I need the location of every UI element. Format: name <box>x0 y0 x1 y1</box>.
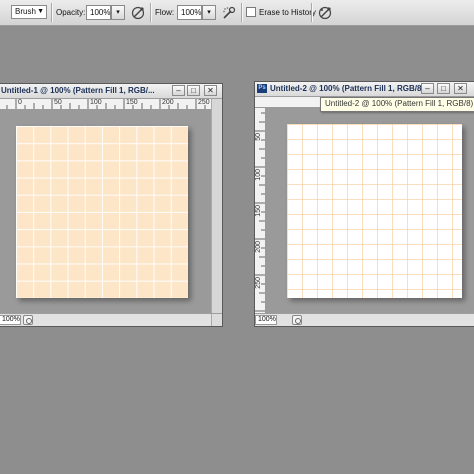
zoom-value: 100% <box>2 316 20 323</box>
mode-select[interactable]: Brush ▼ <box>11 5 47 19</box>
opacity-label: Opacity: <box>56 8 86 17</box>
options-bar: Brush ▼ Opacity: 100% ▾ Flow: 100% ▾ Era… <box>0 0 474 26</box>
ruler-tick-label: 100 <box>90 99 102 106</box>
horizontal-ruler: 0 50 100 150 200 250 <box>0 99 211 110</box>
ruler-tick-label: 250 <box>255 277 262 289</box>
document-window-1: Untitled-1 @ 100% (Pattern Fill 1, RGB/.… <box>0 83 223 327</box>
close-icon: ✕ <box>457 84 464 93</box>
minimize-button[interactable]: – <box>172 85 185 96</box>
opacity-value: 100% <box>90 8 111 17</box>
zoom-value: 100% <box>258 316 276 323</box>
app-icon-label: Ps <box>258 85 266 91</box>
zoom-field[interactable]: 100% <box>0 315 21 325</box>
minimize-icon: – <box>425 84 430 93</box>
flow-label: Flow: <box>155 8 175 17</box>
close-button[interactable]: ✕ <box>204 85 217 96</box>
airbrush-icon[interactable] <box>221 5 237 21</box>
window-title: Untitled-2 @ 100% (Pattern Fill 1, RGB/8 <box>270 84 422 93</box>
mode-value: Brush <box>15 7 36 16</box>
flow-slider-button[interactable]: ▾ <box>202 5 216 20</box>
document-window-2: Ps Untitled-2 @ 100% (Pattern Fill 1, RG… <box>254 81 474 327</box>
close-icon: ✕ <box>207 86 214 95</box>
ruler-tick-label: 50 <box>54 99 62 106</box>
ruler-tick-label: 100 <box>255 169 262 181</box>
resize-grip[interactable] <box>211 314 222 326</box>
maximize-icon: □ <box>441 84 446 93</box>
vertical-scrollbar[interactable] <box>211 99 222 315</box>
flow-value: 100% <box>181 8 202 17</box>
ruler-tick-label: 0 <box>18 99 22 106</box>
status-bar: 100% <box>255 313 474 326</box>
minimize-button[interactable]: – <box>421 83 434 94</box>
canvas-area <box>0 110 211 315</box>
maximize-button[interactable]: □ <box>437 83 450 94</box>
divider <box>150 3 151 22</box>
flow-field[interactable]: 100% <box>177 5 202 20</box>
divider <box>311 3 312 22</box>
ruler-tick-label: 200 <box>162 99 174 106</box>
minimize-icon: – <box>176 86 181 95</box>
erase-to-history-label: Erase to History <box>259 8 316 17</box>
close-button[interactable]: ✕ <box>454 83 467 94</box>
title-bar[interactable]: Ps Untitled-2 @ 100% (Pattern Fill 1, RG… <box>255 82 474 97</box>
vertical-ruler: 50 100 150 200 250 <box>255 108 266 314</box>
chevron-down-icon: ▼ <box>37 8 44 15</box>
document-info-icon[interactable] <box>23 315 33 325</box>
document-canvas-pattern[interactable] <box>16 126 188 298</box>
ruler-tick-label: 150 <box>126 99 138 106</box>
ruler-tick-label: 50 <box>255 133 262 141</box>
divider <box>51 3 52 22</box>
status-bar: 100% <box>0 313 222 326</box>
photoshop-app-icon: Ps <box>257 84 267 93</box>
document-info-icon[interactable] <box>292 315 302 325</box>
maximize-button[interactable]: □ <box>187 85 200 96</box>
window-title-tooltip: Untitled-2 @ 100% (Pattern Fill 1, RGB/8… <box>320 97 474 112</box>
maximize-icon: □ <box>191 86 196 95</box>
opacity-slider-button[interactable]: ▾ <box>111 5 125 20</box>
opacity-field[interactable]: 100% <box>86 5 111 20</box>
zoom-field[interactable]: 100% <box>255 315 277 325</box>
divider <box>241 3 242 22</box>
title-bar[interactable]: Untitled-1 @ 100% (Pattern Fill 1, RGB/.… <box>0 84 222 99</box>
ruler-tick-label: 250 <box>198 99 210 106</box>
ruler-tick-label: 200 <box>255 241 262 253</box>
erase-to-history-checkbox[interactable] <box>246 7 256 17</box>
window-title: Untitled-1 @ 100% (Pattern Fill 1, RGB/.… <box>1 86 155 95</box>
ruler-tick-label: 150 <box>255 205 262 217</box>
pressure-size-icon[interactable] <box>317 5 333 21</box>
canvas-area <box>266 108 474 314</box>
pressure-opacity-icon[interactable] <box>130 5 146 21</box>
document-canvas-pattern[interactable] <box>287 124 462 298</box>
